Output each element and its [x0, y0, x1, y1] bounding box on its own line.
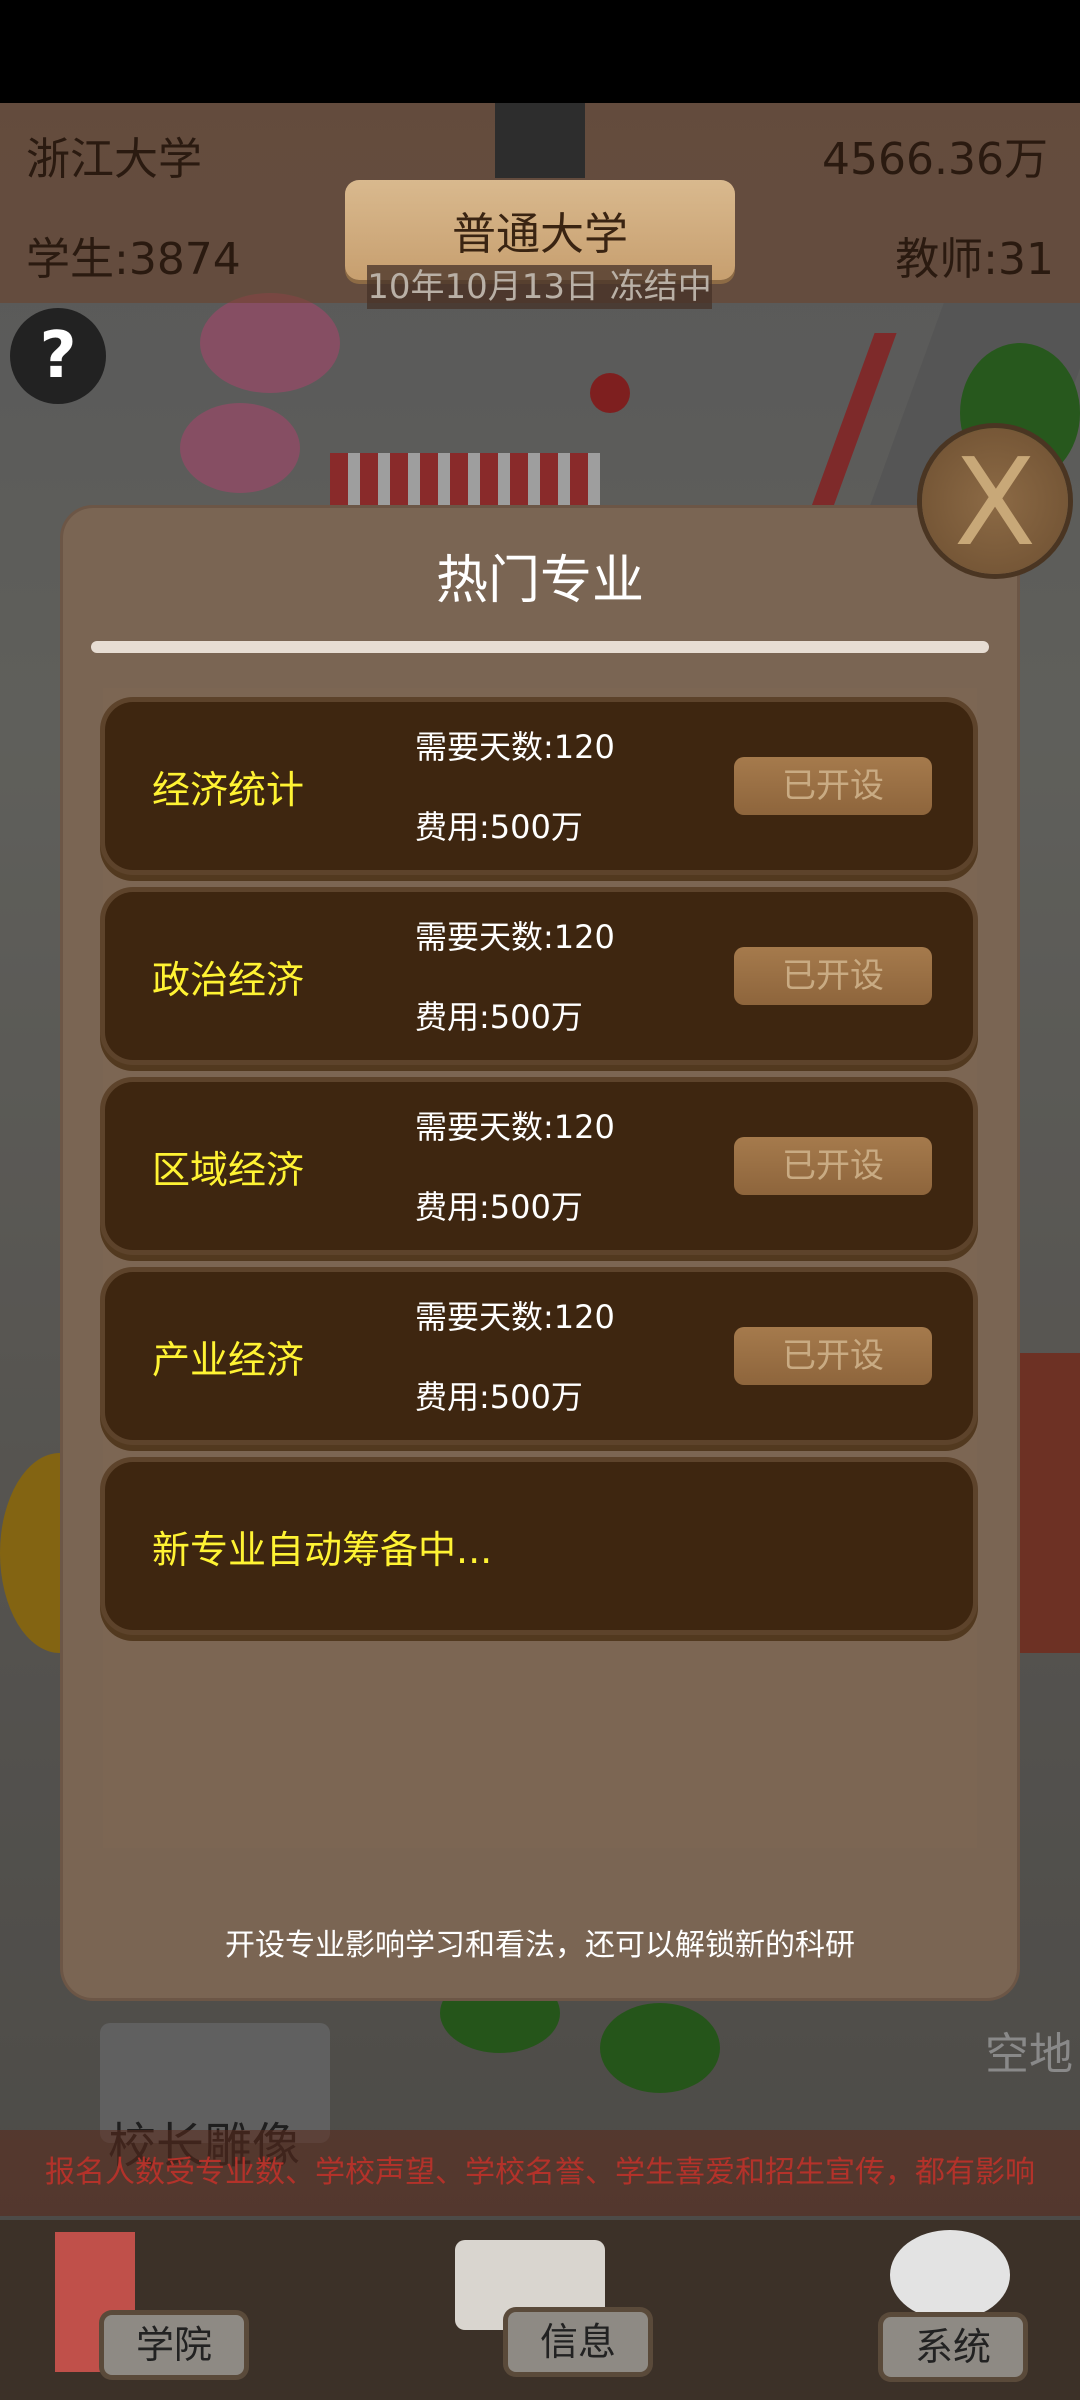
- major-card: 产业经济 需要天数:120 费用:500万 已开设: [105, 1272, 973, 1440]
- close-button[interactable]: X: [922, 428, 1068, 574]
- major-card: 经济统计 需要天数:120 费用:500万 已开设: [105, 702, 973, 870]
- majors-list[interactable]: 经济统计 需要天数:120 费用:500万 已开设 政治经济 需要天数:120 …: [103, 688, 977, 1848]
- open-major-button[interactable]: 已开设: [734, 947, 932, 1005]
- pending-major-card: 新专业自动筹备中...: [105, 1462, 973, 1630]
- dialog-footer-hint: 开设专业影响学习和看法，还可以解锁新的科研: [225, 1928, 855, 1963]
- system-button[interactable]: 系统: [883, 2317, 1023, 2377]
- popular-majors-dialog: 热门专业 经济统计 需要天数:120 费用:500万 已开设 政治经济 需要天数…: [63, 508, 1017, 1998]
- date-status: 10年10月13日 冻结中: [367, 265, 712, 309]
- major-name: 经济统计: [152, 768, 305, 812]
- open-major-button[interactable]: 已开设: [734, 1327, 932, 1385]
- open-major-button[interactable]: 已开设: [734, 757, 932, 815]
- notice-ticker: 报名人数受专业数、学校声望、学校名誉、学生喜爱和招生宣传，都有影响: [0, 2130, 1080, 2216]
- major-cost: 费用:500万: [415, 998, 583, 1036]
- major-card: 政治经济 需要天数:120 费用:500万 已开设: [105, 892, 973, 1060]
- major-days: 需要天数:120: [415, 1298, 615, 1336]
- school-tier: 普通大学: [452, 209, 628, 260]
- magnifier-icon: [890, 2230, 1010, 2320]
- info-button[interactable]: 信息: [508, 2312, 648, 2372]
- school-name: 浙江大学: [26, 134, 202, 185]
- open-major-button[interactable]: 已开设: [734, 1137, 932, 1195]
- teacher-count: 教师:31: [895, 234, 1054, 285]
- major-name: 区域经济: [152, 1148, 305, 1192]
- building-icon: [495, 103, 585, 178]
- major-days: 需要天数:120: [415, 1108, 615, 1146]
- college-button[interactable]: 学院: [104, 2315, 244, 2375]
- funds: 4566.36万: [822, 134, 1048, 185]
- major-days: 需要天数:120: [415, 728, 615, 766]
- major-cost: 费用:500万: [415, 1188, 583, 1226]
- divider: [91, 641, 989, 653]
- student-count: 学生:3874: [26, 234, 241, 285]
- major-cost: 费用:500万: [415, 1378, 583, 1416]
- close-icon: X: [953, 434, 1037, 573]
- bottom-nav: 学院 信息 系统: [0, 2220, 1080, 2400]
- major-days: 需要天数:120: [415, 918, 615, 956]
- help-button[interactable]: ?: [10, 308, 106, 404]
- pending-text: 新专业自动筹备中...: [152, 1528, 493, 1572]
- major-name: 政治经济: [152, 958, 305, 1002]
- major-card: 区域经济 需要天数:120 费用:500万 已开设: [105, 1082, 973, 1250]
- dialog-title: 热门专业: [435, 551, 644, 611]
- major-cost: 费用:500万: [415, 808, 583, 846]
- major-name: 产业经济: [152, 1338, 305, 1382]
